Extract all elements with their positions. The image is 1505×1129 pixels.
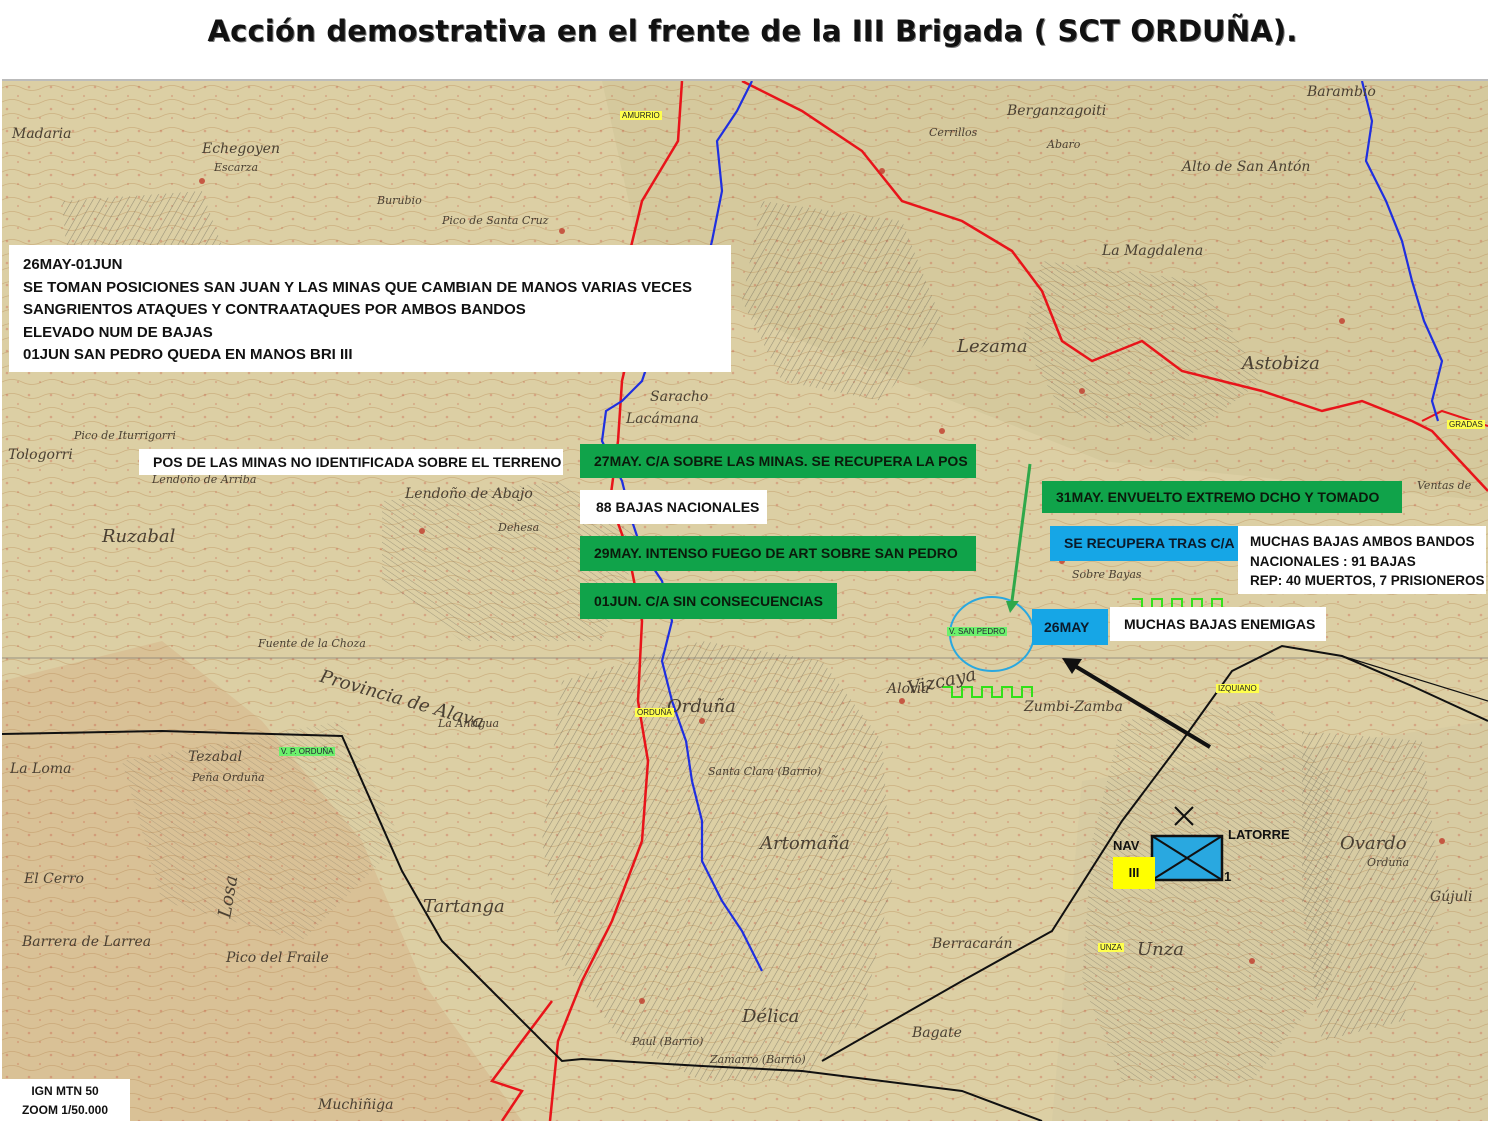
map-label: Unza	[1137, 939, 1184, 960]
map-label: El Cerro	[24, 871, 84, 887]
map-label: Ventas de	[1417, 479, 1472, 492]
map-label: Zamarro (Barrio)	[710, 1053, 806, 1066]
map-label: Artomaña	[760, 833, 850, 854]
map-label: Abaro	[1047, 138, 1081, 151]
map-title: Acción demostrativa en el frente de la I…	[207, 14, 1298, 48]
summary-line: 01JUN SAN PEDRO QUEDA EN MANOS BRI III	[23, 346, 353, 363]
map-label: Lezama	[957, 336, 1028, 357]
place-tag-izquiano: IZQUIANO	[1216, 684, 1259, 693]
map-label: Dehesa	[498, 521, 540, 534]
place-tag-orduna: ORDUÑA	[635, 708, 674, 717]
map-label: Tartanga	[423, 896, 505, 917]
event-01jun: 01JUN. C/A SIN CONSECUENCIAS	[580, 583, 837, 619]
unit-left-label: NAV	[1113, 838, 1140, 853]
place-tag-san-pedro: V. SAN PEDRO	[947, 627, 1008, 636]
map-label: Santa Clara (Barrio)	[708, 765, 822, 778]
place-tag-gradas: GRADAS	[1447, 420, 1485, 429]
map-label: Muchiñiga	[318, 1097, 394, 1113]
map-label: La Loma	[10, 761, 72, 777]
source-line: IGN MTN 50	[31, 1084, 99, 1098]
summary-box: 26MAY-01JUN SE TOMAN POSICIONES SAN JUAN…	[9, 245, 731, 372]
map-label: La Magdalena	[1102, 243, 1204, 259]
map-label: Astobiza	[1242, 353, 1320, 374]
map-label: Délica	[742, 1006, 800, 1027]
summary-line: SANGRIENTOS ATAQUES Y CONTRAATAQUES POR …	[23, 301, 526, 318]
casualties-88: 88 BAJAS NACIONALES	[580, 490, 767, 524]
place-tag-unza: UNZA	[1098, 943, 1124, 952]
map-label: Ruzabal	[102, 526, 176, 547]
map-label: Orduña	[667, 696, 736, 717]
casualties-box: MUCHAS BAJAS AMBOS BANDOS NACIONALES : 9…	[1238, 526, 1486, 594]
map-label: Paul (Barrio)	[632, 1035, 704, 1048]
map-label: Berganzagoiti	[1007, 103, 1107, 119]
map-label: Echegoyen	[202, 141, 280, 157]
map-label: Madaria	[12, 126, 72, 142]
map-label: Alto de San Antón	[1182, 159, 1311, 175]
map-label: Orduña	[1367, 856, 1410, 869]
map-label: Burubio	[377, 194, 422, 207]
enemy-casualties: MUCHAS BAJAS ENEMIGAS	[1110, 607, 1326, 641]
map-label: Pico del Fraile	[226, 950, 329, 966]
map-label: Ovardo	[1340, 833, 1407, 854]
event-26may: 26MAY	[1032, 609, 1108, 645]
map-label: Sobre Bayas	[1072, 568, 1142, 581]
unit-right-label: LATORRE	[1228, 827, 1290, 842]
map-label: Cerrillos	[929, 126, 978, 139]
place-tag-amurrio: AMURRIO	[620, 111, 662, 120]
summary-line: SE TOMAN POSICIONES SAN JUAN Y LAS MINAS…	[23, 278, 692, 296]
event-29may: 29MAY. INTENSO FUEGO DE ART SOBRE SAN PE…	[580, 536, 976, 571]
recovered-note: SE RECUPERA TRAS C/A	[1050, 526, 1238, 561]
map-label: Zumbi-Zamba	[1024, 699, 1123, 715]
summary-line: 26MAY-01JUN	[23, 256, 123, 273]
map-label: Pico de Santa Cruz	[442, 214, 549, 227]
map-label: Lendoño de Abajo	[405, 486, 533, 502]
map-label: Bagate	[912, 1025, 962, 1041]
unit-echelon-badge: III	[1113, 857, 1155, 889]
summary-line: ELEVADO NUM DE BAJAS	[23, 323, 213, 341]
map-label: Fuente de la Choza	[258, 637, 366, 650]
map-label: Barrera de Larrea	[22, 934, 152, 950]
casualties-line: NACIONALES : 91 BAJAS	[1250, 553, 1416, 569]
map-label: Lacámana	[626, 411, 699, 427]
map-label: Peña Orduña	[192, 771, 265, 784]
unit-sub-label: 1	[1224, 869, 1232, 884]
unit-symbol: NAV LATORRE 1 III	[1108, 805, 1298, 895]
casualties-line: MUCHAS BAJAS AMBOS BANDOS	[1250, 534, 1475, 549]
map-label: Berracarán	[932, 936, 1013, 952]
casualties-line: REP: 40 MUERTOS, 7 PRISIONEROS	[1250, 573, 1485, 588]
map-label: Pico de Iturrigorri	[74, 429, 176, 442]
map-label: Tologorri	[8, 447, 73, 463]
event-31may: 31MAY. ENVUELTO EXTREMO DCHO Y TOMADO	[1042, 481, 1402, 513]
map-label: Barambio	[1307, 84, 1376, 100]
map-label: Gújuli	[1430, 889, 1473, 905]
place-tag-v-orduna: V. P. ORDUÑA	[279, 747, 336, 756]
map-label: Saracho	[650, 389, 709, 405]
source-line: ZOOM 1/50.000	[21, 1103, 109, 1117]
source-box: IGN MTN 50 ZOOM 1/50.000	[0, 1079, 130, 1125]
event-27may: 27MAY. C/A SOBRE LAS MINAS. SE RECUPERA …	[580, 444, 976, 478]
map-label: Escarza	[214, 161, 259, 174]
map-label: Tezabal	[188, 749, 243, 765]
minas-note: POS DE LAS MINAS NO IDENTIFICADA SOBRE E…	[139, 449, 563, 475]
